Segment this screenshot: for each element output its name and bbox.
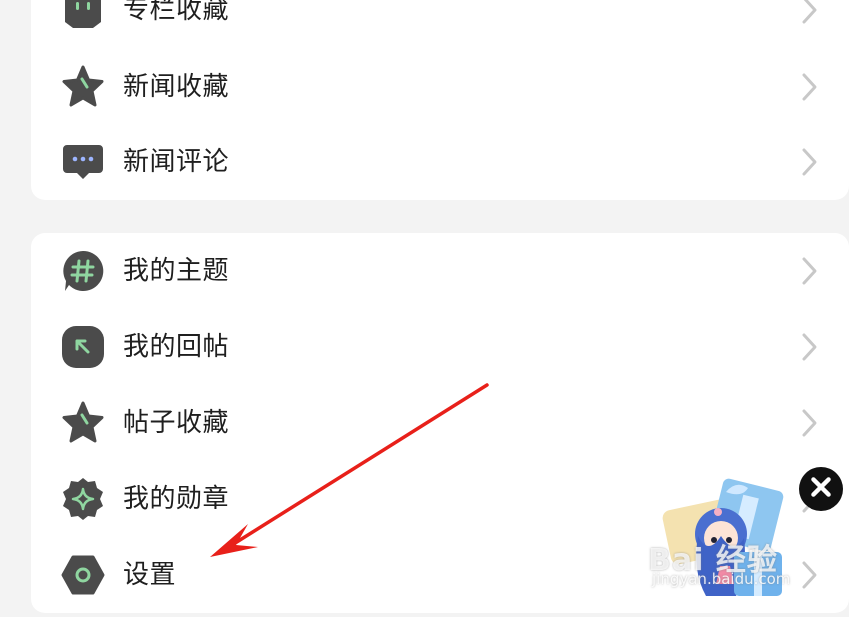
reply-arrow-icon	[61, 325, 105, 369]
star-icon	[61, 401, 105, 445]
menu-item-label: 我的主题	[123, 256, 230, 286]
close-button[interactable]	[799, 467, 843, 511]
chevron-right-icon	[801, 256, 819, 286]
menu-item-my-topics[interactable]: 我的主题	[31, 241, 849, 301]
menu-item-label: 我的勋章	[123, 484, 230, 514]
menu-item-label: 专栏收藏	[123, 0, 230, 25]
menu-item-post-favorites[interactable]: 帖子收藏	[31, 393, 849, 453]
menu-item-news-comments[interactable]: 新闻评论	[31, 132, 849, 192]
chevron-right-icon	[801, 72, 819, 102]
column-icon	[61, 0, 105, 32]
menu-item-column-favorites[interactable]: 专栏收藏	[31, 0, 849, 40]
medal-icon	[61, 477, 105, 521]
chevron-right-icon	[801, 408, 819, 438]
close-icon	[808, 474, 834, 504]
chevron-right-icon	[801, 332, 819, 362]
menu-item-my-replies[interactable]: 我的回帖	[31, 317, 849, 377]
star-icon	[61, 65, 105, 109]
hexagon-settings-icon	[61, 553, 105, 597]
menu-item-label: 帖子收藏	[123, 408, 230, 438]
favorites-card: 专栏收藏 新闻收藏 新闻评论	[31, 0, 849, 200]
chevron-right-icon	[801, 147, 819, 177]
menu-item-label: 我的回帖	[123, 332, 230, 362]
menu-item-label: 新闻评论	[123, 147, 230, 177]
chevron-right-icon	[801, 0, 819, 25]
comment-icon	[61, 140, 105, 184]
menu-item-news-favorites[interactable]: 新闻收藏	[31, 57, 849, 117]
menu-item-label: 新闻收藏	[123, 72, 230, 102]
hashtag-icon	[61, 249, 105, 293]
menu-item-label: 设置	[123, 560, 177, 590]
watermark-url-text: jingyan.baidu.com	[652, 570, 791, 588]
